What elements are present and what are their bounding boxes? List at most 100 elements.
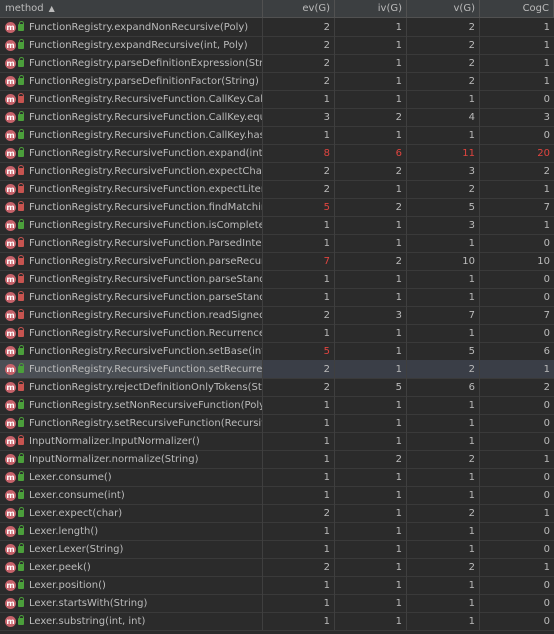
table-row[interactable]: m FunctionRegistry.parseDefinitionFactor(…	[0, 72, 554, 91]
table-row[interactable]: m FunctionRegistry.RecursiveFunction.Call…	[0, 108, 554, 127]
table-row[interactable]: m FunctionRegistry.RecursiveFunction.expa…	[0, 144, 554, 163]
ev-value-text: 1	[323, 219, 330, 231]
table-row[interactable]: m InputNormalizer.InputNormalizer() 1 1 1 0	[0, 432, 554, 451]
table-row[interactable]: m FunctionRegistry.RecursiveFunction.expe…	[0, 162, 554, 181]
public-lock-icon	[18, 110, 24, 121]
iv-value-text: 1	[395, 417, 402, 429]
method-name: FunctionRegistry.RecursiveFunction.isCom…	[29, 219, 262, 231]
v-value: 4	[407, 108, 480, 126]
public-lock-icon	[18, 344, 24, 355]
method-icon: m	[5, 57, 16, 69]
method-cell: m FunctionRegistry.parseDefinitionFactor(…	[0, 72, 263, 90]
public-lock-icon	[18, 506, 24, 517]
ev-value-text: 1	[323, 615, 330, 627]
table-row[interactable]: m Lexer.Lexer(String) 1 1 1 0	[0, 540, 554, 559]
table-row[interactable]: m FunctionRegistry.setRecursiveFunction(R…	[0, 414, 554, 433]
iv-value: 1	[335, 90, 407, 108]
iv-value: 1	[335, 432, 407, 450]
cogc-value: 0	[480, 126, 554, 144]
iv-value: 1	[335, 54, 407, 72]
method-name: FunctionRegistry.RecursiveFunction.parse…	[29, 255, 262, 267]
method-name: InputNormalizer.InputNormalizer()	[29, 435, 200, 447]
cogc-value-text: 20	[537, 147, 550, 159]
method-name: FunctionRegistry.RecursiveFunction.Parse…	[29, 237, 262, 249]
iv-value: 1	[335, 396, 407, 414]
cogc-value-text: 1	[543, 75, 550, 87]
table-row[interactable]: m FunctionRegistry.RecursiveFunction.pars…	[0, 270, 554, 289]
v-value: 5	[407, 342, 480, 360]
public-lock-icon	[18, 218, 24, 229]
cogc-value-text: 7	[543, 309, 550, 321]
v-value: 2	[407, 36, 480, 54]
method-icon: m	[5, 255, 16, 267]
table-row[interactable]: m FunctionRegistry.RecursiveFunction.Call…	[0, 90, 554, 109]
table-row[interactable]: m Lexer.consume() 1 1 1 0	[0, 468, 554, 487]
column-header-method[interactable]: method ▲	[0, 0, 263, 17]
iv-value-text: 1	[395, 471, 402, 483]
method-cell: m FunctionRegistry.expandRecursive(int, P…	[0, 36, 263, 54]
v-value-text: 2	[468, 561, 475, 573]
table-row[interactable]: m FunctionRegistry.RecursiveFunction.expe…	[0, 180, 554, 199]
table-row[interactable]: m Lexer.substring(int, int) 1 1 1 0	[0, 612, 554, 631]
ev-value: 2	[263, 378, 335, 396]
table-row[interactable]: m FunctionRegistry.RecursiveFunction.isCo…	[0, 216, 554, 235]
ev-value: 1	[263, 540, 335, 558]
table-row[interactable]: m Lexer.startsWith(String) 1 1 1 0	[0, 594, 554, 613]
table-row[interactable]: m FunctionRegistry.RecursiveFunction.Call…	[0, 126, 554, 145]
v-value: 2	[407, 54, 480, 72]
method-icon: m	[5, 291, 16, 303]
table-row[interactable]: m FunctionRegistry.expandRecursive(int, P…	[0, 36, 554, 55]
table-row[interactable]: m InputNormalizer.normalize(String) 1 2 2 1	[0, 450, 554, 469]
method-name: FunctionRegistry.setNonRecursiveFunction…	[29, 399, 262, 411]
ev-value: 1	[263, 432, 335, 450]
iv-value-text: 1	[395, 21, 402, 33]
table-row[interactable]: m Lexer.expect(char) 2 1 2 1	[0, 504, 554, 523]
v-value-text: 1	[468, 129, 475, 141]
table-row[interactable]: m FunctionRegistry.RecursiveFunction.Pars…	[0, 234, 554, 253]
column-header-iv[interactable]: iv(G)	[335, 0, 407, 17]
v-value-text: 1	[468, 579, 475, 591]
private-lock-icon	[18, 200, 24, 211]
private-lock-icon	[18, 434, 24, 445]
table-row[interactable]: m FunctionRegistry.RecursiveFunction.pars…	[0, 252, 554, 271]
v-value-text: 2	[468, 75, 475, 87]
method-name: FunctionRegistry.RecursiveFunction.Recur…	[29, 327, 262, 339]
cogc-value-text: 0	[543, 543, 550, 555]
iv-value-text: 1	[395, 561, 402, 573]
table-row[interactable]: m FunctionRegistry.RecursiveFunction.pars…	[0, 288, 554, 307]
method-icon: m	[5, 543, 16, 555]
v-value: 2	[407, 450, 480, 468]
iv-value: 1	[335, 18, 407, 36]
table-row[interactable]: m FunctionRegistry.RecursiveFunction.Recu…	[0, 324, 554, 343]
method-name: FunctionRegistry.rejectDefinitionOnlyTok…	[29, 381, 262, 393]
table-row[interactable]: m Lexer.length() 1 1 1 0	[0, 522, 554, 541]
table-row[interactable]: m FunctionRegistry.RecursiveFunction.setR…	[0, 360, 554, 379]
table-row[interactable]: m FunctionRegistry.RecursiveFunction.find…	[0, 198, 554, 217]
method-name: FunctionRegistry.RecursiveFunction.setBa…	[29, 345, 262, 357]
column-header-cogc[interactable]: CogC	[480, 0, 554, 17]
cogc-value-text: 0	[543, 435, 550, 447]
ev-value-text: 1	[323, 291, 330, 303]
table-row[interactable]: m FunctionRegistry.RecursiveFunction.setB…	[0, 342, 554, 361]
ev-value-text: 1	[323, 237, 330, 249]
method-icon: m	[5, 327, 16, 339]
column-header-v[interactable]: v(G)	[407, 0, 480, 17]
public-lock-icon	[18, 524, 24, 535]
iv-value-text: 1	[395, 237, 402, 249]
table-row[interactable]: m Lexer.position() 1 1 1 0	[0, 576, 554, 595]
table-row[interactable]: m FunctionRegistry.RecursiveFunction.read…	[0, 306, 554, 325]
table-row[interactable]: m Lexer.consume(int) 1 1 1 0	[0, 486, 554, 505]
iv-value-text: 1	[395, 597, 402, 609]
table-row[interactable]: m FunctionRegistry.rejectDefinitionOnlyTo…	[0, 378, 554, 397]
table-row[interactable]: m FunctionRegistry.setNonRecursiveFunctio…	[0, 396, 554, 415]
table-row[interactable]: m Lexer.peek() 2 1 2 1	[0, 558, 554, 577]
table-row[interactable]: m FunctionRegistry.expandNonRecursive(Pol…	[0, 18, 554, 37]
method-cell: m Lexer.length()	[0, 522, 263, 540]
table-row[interactable]: m FunctionRegistry.parseDefinitionExpress…	[0, 54, 554, 73]
ev-value: 2	[263, 180, 335, 198]
column-header-ev[interactable]: ev(G)	[263, 0, 335, 17]
ev-value: 1	[263, 486, 335, 504]
method-cell: m FunctionRegistry.RecursiveFunction.Call…	[0, 90, 263, 108]
method-cell: m Lexer.Lexer(String)	[0, 540, 263, 558]
method-cell: m FunctionRegistry.RecursiveFunction.setR…	[0, 360, 263, 378]
